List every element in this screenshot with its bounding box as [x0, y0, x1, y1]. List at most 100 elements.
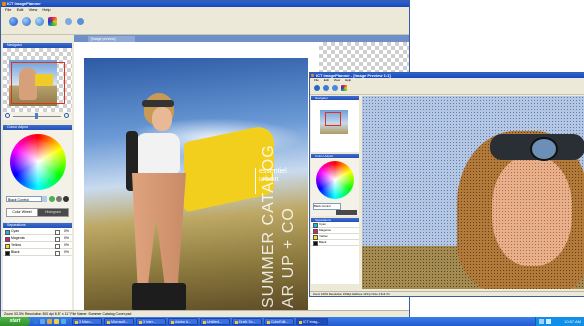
separation-row-magenta[interactable]: Magenta 0%	[3, 235, 72, 242]
main-status-text: Zoom 33.3% Resolution 300 dpi 8.5" x 11"…	[4, 312, 132, 316]
quicklaunch-desktop-icon[interactable]	[40, 319, 45, 324]
halftone-goggle-lens	[530, 137, 558, 161]
separations-panel-title: Separations	[7, 223, 26, 227]
black-checkbox[interactable]	[55, 250, 60, 256]
second-settings-icon[interactable]	[332, 85, 338, 91]
navigator-panel	[3, 48, 72, 112]
dropdown-chevron-icon[interactable]	[42, 196, 47, 202]
quicklaunch-outlook-icon[interactable]	[61, 319, 66, 324]
task-button-4[interactable]: Adobe A...	[168, 318, 198, 325]
swatch-gray-icon[interactable]	[56, 196, 62, 202]
tray-network-icon[interactable]	[539, 319, 544, 324]
black-percent: 0%	[63, 250, 69, 254]
task-label-7: ColorEdit...	[271, 320, 289, 324]
second-status-bar: Zoom 100% Resolution 150dpi Halftone 133…	[310, 291, 584, 296]
model-goggles	[142, 100, 174, 107]
settings-icon[interactable]	[35, 17, 44, 26]
model-shirt	[136, 133, 180, 173]
tab-histogram[interactable]: Histogram	[37, 208, 69, 217]
zoom-out-icon[interactable]	[5, 113, 10, 118]
app-icon	[2, 2, 6, 6]
task-button-2[interactable]: Microsoft...	[104, 318, 134, 325]
task-button-3[interactable]: 3 Inter...	[136, 318, 166, 325]
navigator-panel-title: Navigator	[7, 43, 22, 47]
document-tab-strip: [image preview]	[74, 35, 409, 42]
cyan-label: Cyan	[11, 229, 20, 233]
black-control-dropdown[interactable]: Black Control	[6, 196, 42, 202]
halftone-face	[492, 156, 572, 266]
second-colour-adjust-panel: Black Control	[311, 158, 359, 216]
second-magenta-label: Magenta	[319, 228, 331, 232]
model-face	[152, 107, 172, 131]
back-arrow-icon[interactable]	[65, 18, 72, 25]
taskbar: start 3 Micro... Microsoft... 3 Inter...…	[0, 317, 584, 326]
magenta-swatch	[5, 236, 10, 242]
color-tool-icon[interactable]	[48, 17, 57, 26]
yellow-percent: 0%	[63, 243, 69, 247]
second-separations-panel: Cyan Magenta Yellow Black	[311, 222, 359, 284]
task-label-5: Untitled...	[207, 320, 222, 324]
yellow-checkbox[interactable]	[55, 243, 60, 249]
quicklaunch-media-icon[interactable]	[47, 319, 52, 324]
start-label: start	[9, 318, 21, 324]
tab-color-wheel-label: Color Wheel	[12, 210, 32, 214]
tab-color-wheel[interactable]: Color Wheel	[6, 208, 38, 217]
second-row-black[interactable]: Black	[311, 240, 359, 246]
cyan-swatch	[5, 229, 10, 235]
save-icon[interactable]	[22, 17, 31, 26]
cyan-checkbox[interactable]	[55, 229, 60, 235]
main-window-title: ICT ImagePlanner	[7, 1, 41, 6]
swatch-dark-icon[interactable]	[63, 196, 69, 202]
zoom-slider-row	[3, 112, 72, 120]
tray-volume-icon[interactable]	[546, 319, 551, 324]
separation-row-cyan[interactable]: Cyan 0%	[3, 228, 72, 235]
zoom-slider-thumb[interactable]	[35, 113, 38, 119]
separations-panel: Cyan 0% Magenta 0% Yellow 0% Black 0%	[3, 228, 72, 310]
black-control-value: Black Control	[8, 198, 29, 202]
second-app-icon	[311, 74, 314, 77]
colour-adjust-panel-title: Colour Adjust	[7, 125, 28, 129]
second-black-swatch	[313, 241, 318, 246]
second-dropdown-value: Black Control	[314, 204, 331, 208]
separation-row-black[interactable]: Black 0%	[3, 249, 72, 256]
zoom-in-icon[interactable]	[64, 113, 69, 118]
colour-adjust-panel: Black Control Color Wheel Histogram	[3, 130, 72, 222]
task-button-8[interactable]: ICT Imag...	[296, 318, 328, 325]
second-navigator-panel	[311, 100, 359, 152]
task-button-1[interactable]: 3 Micro...	[72, 318, 102, 325]
task-label-2: Microsoft...	[111, 320, 129, 324]
second-save-icon[interactable]	[323, 85, 329, 91]
second-dropdown[interactable]: Black Control	[313, 203, 341, 210]
second-status-text: Zoom 100% Resolution 150dpi Halftone 133…	[313, 292, 390, 296]
open-icon[interactable]	[9, 17, 18, 26]
separation-row-yellow[interactable]: Yellow 0%	[3, 242, 72, 249]
tab-histogram-label: Histogram	[45, 210, 61, 214]
cover-vertical-title: SUMMER CATALOG	[260, 144, 277, 308]
second-navigator-view-box[interactable]	[325, 112, 341, 126]
second-color-tool-icon[interactable]	[341, 85, 347, 91]
color-wheel[interactable]	[10, 134, 66, 190]
task-button-7[interactable]: ColorEdit...	[264, 318, 294, 325]
cyan-percent: 0%	[63, 229, 69, 233]
quicklaunch-ie-icon[interactable]	[33, 319, 38, 324]
magenta-checkbox[interactable]	[55, 236, 60, 242]
second-histogram-tab[interactable]	[336, 210, 357, 215]
magenta-label: Magenta	[11, 236, 25, 240]
forward-arrow-icon[interactable]	[77, 18, 84, 25]
model-legs	[132, 173, 186, 283]
second-color-wheel[interactable]	[316, 161, 354, 199]
second-toolbar	[310, 82, 584, 95]
quicklaunch-explorer-icon[interactable]	[54, 319, 59, 324]
task-label-1: 3 Micro...	[79, 320, 94, 324]
black-label: Black	[11, 250, 20, 254]
navigator-view-box[interactable]	[11, 62, 65, 104]
system-tray: 10:57 AM	[535, 317, 584, 326]
start-button[interactable]: start	[0, 317, 30, 326]
task-button-5[interactable]: Untitled...	[200, 318, 230, 325]
task-button-6[interactable]: Draft: Sc...	[232, 318, 262, 325]
catalog-cover-image[interactable]: essentiel urbain SUMMER CATALOG AR UP + …	[84, 58, 308, 312]
swatch-green-icon[interactable]	[49, 196, 55, 202]
halftone-preview-canvas[interactable]	[362, 96, 584, 289]
document-tab-label: [image preview]	[91, 37, 116, 41]
second-open-icon[interactable]	[314, 85, 320, 91]
